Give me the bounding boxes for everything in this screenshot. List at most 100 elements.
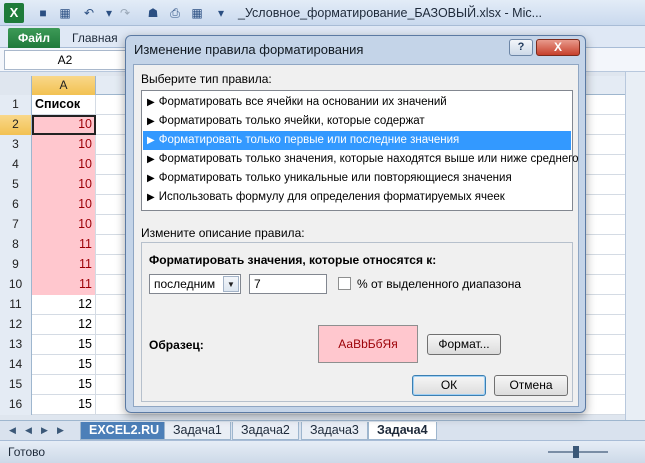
format-values-label: Форматировать значения, которые относятс… bbox=[149, 253, 437, 267]
edit-formatting-rule-dialog: Изменение правила форматирования ? X Выб… bbox=[125, 35, 586, 413]
rule-type-label: Форматировать только значения, которые н… bbox=[158, 153, 579, 165]
rule-type-item[interactable]: ▶ Форматировать только ячейки, которые со… bbox=[143, 112, 571, 131]
cell[interactable]: 15 bbox=[32, 395, 96, 415]
row-header[interactable]: 9 bbox=[0, 255, 32, 275]
play-arrow-icon: ▶ bbox=[147, 173, 155, 184]
sheet-tab-excel2[interactable]: EXCEL2.RU bbox=[80, 422, 169, 440]
cancel-button[interactable]: Отмена bbox=[494, 375, 568, 396]
cell[interactable]: 11 bbox=[32, 235, 96, 255]
status-bar: Готово bbox=[0, 440, 645, 463]
save-as-icon[interactable]: ▦ bbox=[56, 4, 74, 22]
rule-type-label: Форматировать только уникальные или повт… bbox=[158, 172, 512, 184]
cell[interactable]: 12 bbox=[32, 315, 96, 335]
cell[interactable]: 10 bbox=[32, 155, 96, 175]
vertical-scrollbar[interactable] bbox=[625, 72, 645, 420]
row-header[interactable]: 15 bbox=[0, 375, 32, 395]
row-header[interactable]: 1 bbox=[0, 95, 32, 115]
cell[interactable]: 10 bbox=[32, 115, 96, 135]
top-bottom-select[interactable]: последним ▼ bbox=[149, 274, 241, 294]
cell[interactable]: 10 bbox=[32, 195, 96, 215]
rule-type-item[interactable]: ▶ Форматировать все ячейки на основании и… bbox=[143, 93, 571, 112]
sheet-tab-bar: ◀ ◀ ▶ ▶ EXCEL2.RU Задача1 Задача2 Задача… bbox=[0, 420, 645, 440]
last-sheet-icon[interactable]: ▶ bbox=[54, 424, 67, 437]
cell[interactable]: 10 bbox=[32, 215, 96, 235]
tab-file[interactable]: Файл bbox=[8, 28, 60, 48]
play-arrow-icon: ▶ bbox=[147, 154, 155, 165]
row-header[interactable]: 3 bbox=[0, 135, 32, 155]
format-preview: АаВbБбЯя bbox=[318, 325, 418, 363]
sheet-tab-zadacha3[interactable]: Задача3 bbox=[301, 422, 368, 440]
close-button[interactable]: X bbox=[536, 39, 580, 56]
redo-icon: ↷ bbox=[119, 6, 131, 20]
sheet-tab-zadacha4[interactable]: Задача4 bbox=[368, 422, 437, 440]
cell[interactable]: 10 bbox=[32, 175, 96, 195]
play-arrow-icon: ▶ bbox=[147, 116, 155, 127]
rule-type-item[interactable]: ▶ Форматировать только уникальные или пов… bbox=[143, 169, 571, 188]
row-header[interactable]: 6 bbox=[0, 195, 32, 215]
sheet-tab-zadacha2[interactable]: Задача2 bbox=[232, 422, 299, 440]
customize-toolbar-icon[interactable]: ▾ bbox=[212, 4, 230, 22]
cell[interactable]: 15 bbox=[32, 355, 96, 375]
row-header[interactable]: 2 bbox=[0, 115, 32, 135]
save-icon[interactable]: ■ bbox=[34, 4, 52, 22]
cell[interactable]: Список bbox=[32, 95, 96, 115]
rule-type-item[interactable]: ▶ Форматировать только значения, которые … bbox=[143, 150, 579, 169]
row-header[interactable]: 13 bbox=[0, 335, 32, 355]
select-all-corner[interactable] bbox=[0, 76, 32, 95]
column-header-a[interactable]: A bbox=[32, 76, 96, 95]
cell[interactable]: 15 bbox=[32, 335, 96, 355]
format-button[interactable]: Формат... bbox=[427, 334, 501, 355]
ok-button[interactable]: ОК bbox=[412, 375, 486, 396]
dialog-body: Выберите тип правила: ▶ Форматировать все… bbox=[133, 64, 579, 407]
window-title: _Условное_форматирование_БАЗОВЫЙ.xlsx - … bbox=[238, 6, 543, 20]
rule-type-label: Форматировать все ячейки на основании их… bbox=[158, 96, 447, 108]
rule-type-item[interactable]: ▶ Форматировать только первые или последн… bbox=[143, 131, 571, 150]
rule-type-label: Использовать формулу для определения фор… bbox=[158, 191, 505, 203]
tab-home[interactable]: Главная bbox=[66, 29, 124, 48]
quick-access-icon[interactable]: ▦ bbox=[188, 4, 206, 22]
help-button[interactable]: ? bbox=[509, 39, 533, 56]
title-bar: X ■ ▦ ↶ ▾ ↷ ☗ ⎙ ▦ ▾ _Условное_форматиров… bbox=[0, 0, 645, 26]
cell[interactable]: 10 bbox=[32, 135, 96, 155]
percent-checkbox[interactable] bbox=[338, 277, 351, 290]
row-header[interactable]: 8 bbox=[0, 235, 32, 255]
row-header[interactable]: 16 bbox=[0, 395, 32, 415]
play-arrow-icon: ▶ bbox=[147, 135, 155, 146]
row-header[interactable]: 12 bbox=[0, 315, 32, 335]
chevron-down-icon[interactable]: ▼ bbox=[223, 276, 239, 292]
percent-label: % от выделенного диапазона bbox=[357, 277, 522, 291]
row-header[interactable]: 5 bbox=[0, 175, 32, 195]
rule-type-list[interactable]: ▶ Форматировать все ячейки на основании и… bbox=[141, 90, 579, 211]
row-header[interactable]: 11 bbox=[0, 295, 32, 315]
rank-input[interactable]: 7 bbox=[249, 274, 327, 294]
print-icon[interactable]: ⎙ bbox=[166, 4, 184, 22]
next-sheet-icon[interactable]: ▶ bbox=[38, 424, 51, 437]
play-arrow-icon: ▶ bbox=[147, 192, 155, 203]
row-header[interactable]: 10 bbox=[0, 275, 32, 295]
zoom-slider-handle[interactable] bbox=[573, 446, 579, 458]
dialog-title: Изменение правила форматирования bbox=[134, 42, 364, 57]
rule-type-item[interactable]: ▶ Использовать формулу для определения фо… bbox=[143, 188, 571, 207]
first-sheet-icon[interactable]: ◀ bbox=[6, 424, 19, 437]
sample-label: Образец: bbox=[149, 338, 204, 352]
description-label: Измените описание правила: bbox=[141, 226, 305, 240]
row-header[interactable]: 14 bbox=[0, 355, 32, 375]
cell[interactable]: 11 bbox=[32, 275, 96, 295]
rule-description-group: Форматировать значения, которые относятс… bbox=[141, 242, 573, 402]
rule-type-label: Форматировать только ячейки, которые сод… bbox=[158, 115, 425, 127]
prev-sheet-icon[interactable]: ◀ bbox=[22, 424, 35, 437]
rule-type-label: Форматировать только первые или последни… bbox=[158, 134, 460, 146]
print-preview-icon[interactable]: ☗ bbox=[144, 4, 162, 22]
cell[interactable]: 11 bbox=[32, 255, 96, 275]
row-header[interactable]: 4 bbox=[0, 155, 32, 175]
sheet-tab-zadacha1[interactable]: Задача1 bbox=[164, 422, 231, 440]
undo-icon[interactable]: ↶ bbox=[80, 4, 98, 22]
cell[interactable]: 15 bbox=[32, 375, 96, 395]
row-header[interactable]: 7 bbox=[0, 215, 32, 235]
name-box[interactable]: A2 bbox=[4, 50, 126, 70]
status-ready: Готово bbox=[8, 445, 46, 459]
cell[interactable]: 12 bbox=[32, 295, 96, 315]
rule-type-label: Выберите тип правила: bbox=[141, 72, 272, 86]
play-arrow-icon: ▶ bbox=[147, 97, 155, 108]
excel-logo-icon: X bbox=[4, 3, 24, 23]
